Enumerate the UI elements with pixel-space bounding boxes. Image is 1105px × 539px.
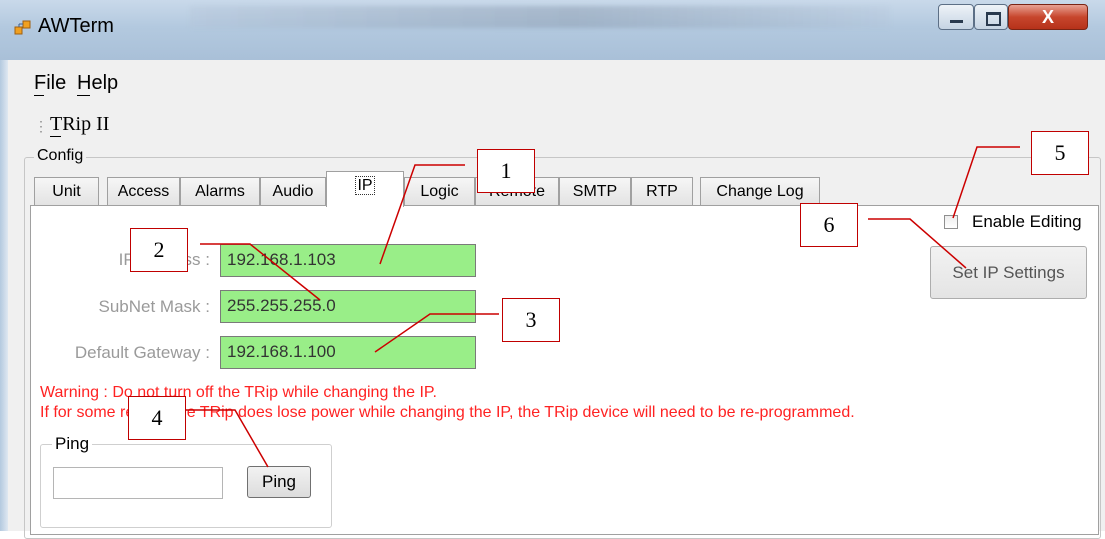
callout-1: 1 xyxy=(477,149,535,193)
leader-4 xyxy=(183,409,269,468)
callout-5: 5 xyxy=(1031,131,1089,175)
callout-3: 3 xyxy=(502,298,560,342)
callout-2: 2 xyxy=(130,228,188,272)
leader-2 xyxy=(200,243,321,301)
leader-5 xyxy=(952,146,1020,219)
leader-3 xyxy=(374,313,499,353)
callout-4: 4 xyxy=(128,396,186,440)
leader-6 xyxy=(868,218,967,269)
callout-6: 6 xyxy=(800,203,858,247)
leader-1 xyxy=(379,164,465,265)
